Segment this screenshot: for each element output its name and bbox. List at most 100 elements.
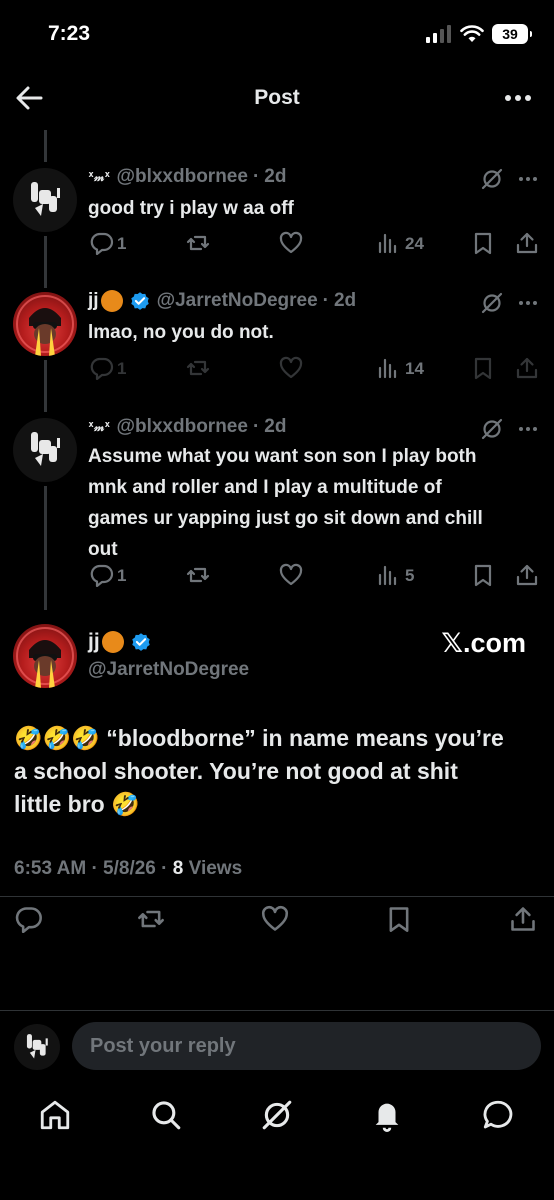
views-icon[interactable] (376, 563, 400, 587)
reply-count: 1 (117, 359, 127, 378)
reply-input[interactable]: Post your reply (72, 1022, 541, 1070)
grok-icon[interactable] (480, 167, 504, 191)
reply-icon[interactable] (90, 563, 114, 587)
signal-icon (426, 25, 451, 43)
verified-icon (129, 291, 150, 311)
tweet-text: lmao, no you do not. (88, 322, 274, 343)
grok-icon[interactable] (260, 1098, 294, 1132)
avatar[interactable] (13, 624, 77, 688)
coin-emoji (101, 631, 124, 653)
page-title: Post (254, 86, 300, 109)
share-icon[interactable] (515, 563, 539, 587)
divider (0, 896, 554, 897)
tweet-age: 2d (333, 290, 357, 311)
main-post-text: 🤣🤣🤣 “bloodborne” in name means you’re a … (14, 722, 549, 821)
tweet-header: ᕽ𝓂ᕽ @blxxdbornee · 2d (88, 416, 286, 438)
display-name[interactable]: jj (88, 290, 99, 312)
tweet-text-line: Assume what you want son son I play both (88, 446, 477, 467)
reply-icon[interactable] (90, 231, 114, 255)
bookmark-icon[interactable] (471, 356, 495, 380)
back-button[interactable] (14, 84, 44, 112)
tweet-age: 2d (264, 166, 287, 187)
more-button[interactable] (504, 88, 532, 108)
post-date: 5/8/26 (103, 858, 156, 879)
retweet-icon[interactable] (186, 563, 210, 587)
like-icon[interactable] (261, 905, 289, 933)
share-icon[interactable] (515, 356, 539, 380)
tweet-header: jj @JarretNoDegree · 2d (88, 290, 356, 312)
post-text-line: 🤣🤣🤣 “bloodborne” in name means you’re (14, 725, 504, 751)
watermark: 𝕏.com (441, 628, 526, 658)
views-icon[interactable] (376, 231, 400, 255)
like-icon[interactable] (279, 563, 303, 587)
bookmark-icon[interactable] (385, 905, 413, 933)
bell-icon[interactable] (370, 1098, 404, 1132)
bookmark-icon[interactable] (471, 231, 495, 255)
thread-line (44, 360, 47, 412)
reply-icon[interactable] (15, 905, 43, 933)
post-time: 6:53 AM (14, 858, 87, 879)
views-count: 5 (405, 566, 415, 585)
tweet-age: 2d (264, 416, 287, 437)
battery-indicator: 39 (492, 24, 532, 44)
search-icon[interactable] (149, 1098, 183, 1132)
reply-count: 1 (117, 566, 127, 585)
thread-line (44, 486, 47, 610)
share-icon[interactable] (515, 231, 539, 255)
handle[interactable]: @blxxdbornee (116, 166, 248, 188)
views-count: 14 (405, 359, 424, 378)
like-icon[interactable] (279, 231, 303, 255)
retweet-icon[interactable] (186, 356, 210, 380)
tweet-text-line: out (88, 539, 118, 560)
more-icon[interactable] (516, 291, 540, 315)
reply-placeholder: Post your reply (90, 1034, 236, 1057)
thread-line (44, 130, 47, 162)
views-label: Views (188, 858, 243, 879)
tweet-header: ᕽ𝓂ᕽ @blxxdbornee · 2d (88, 166, 286, 188)
handle[interactable]: @blxxdbornee (116, 416, 248, 438)
tweet-text-line: games ur yapping just go sit down and ch… (88, 508, 483, 529)
divider (0, 1010, 554, 1011)
grok-icon[interactable] (480, 291, 504, 315)
coin-emoji (100, 290, 123, 312)
avatar[interactable] (14, 1024, 60, 1070)
views-icon[interactable] (376, 356, 400, 380)
avatar[interactable] (13, 168, 77, 232)
avatar[interactable] (13, 292, 77, 356)
retweet-icon[interactable] (137, 905, 165, 933)
main-post-header: jj (88, 630, 158, 654)
display-name[interactable]: ᕽ𝓂ᕽ (88, 420, 110, 435)
more-icon (505, 95, 531, 101)
handle[interactable]: @JarretNoDegree (88, 659, 249, 681)
reply-count: 1 (117, 234, 127, 253)
post-text-line: a school shooter. You’re not good at shi… (14, 758, 458, 784)
display-name[interactable]: jj (88, 630, 100, 654)
thread-line (44, 236, 47, 288)
tweet-text-line: mnk and roller and I play a multitude of (88, 477, 442, 498)
display-name[interactable]: ᕽ𝓂ᕽ (88, 170, 110, 185)
more-icon[interactable] (516, 167, 540, 191)
reply-icon[interactable] (90, 356, 114, 380)
grok-icon[interactable] (480, 417, 504, 441)
back-arrow-icon (16, 86, 43, 110)
separator-dot: · (252, 416, 260, 437)
wifi-icon (460, 25, 484, 42)
retweet-icon[interactable] (186, 231, 210, 255)
post-meta: 6:53 AM · 5/8/26 · 8 Views (14, 858, 243, 879)
separator-dot: · (322, 290, 329, 311)
views-count: 8 (172, 858, 184, 879)
status-icons: 39 (426, 24, 532, 44)
more-icon[interactable] (516, 417, 540, 441)
share-icon[interactable] (509, 905, 537, 933)
status-time: 7:23 (48, 22, 91, 45)
views-count: 24 (405, 234, 424, 253)
avatar[interactable] (13, 418, 77, 482)
like-icon[interactable] (279, 356, 303, 380)
handle[interactable]: @JarretNoDegree (157, 290, 318, 312)
separator-dot: · (252, 166, 260, 187)
messages-icon[interactable] (481, 1098, 515, 1132)
post-text-line: little bro 🤣 (14, 791, 140, 817)
tweet-text: good try i play w aa off (88, 198, 294, 219)
bookmark-icon[interactable] (471, 563, 495, 587)
home-icon[interactable] (38, 1098, 72, 1132)
